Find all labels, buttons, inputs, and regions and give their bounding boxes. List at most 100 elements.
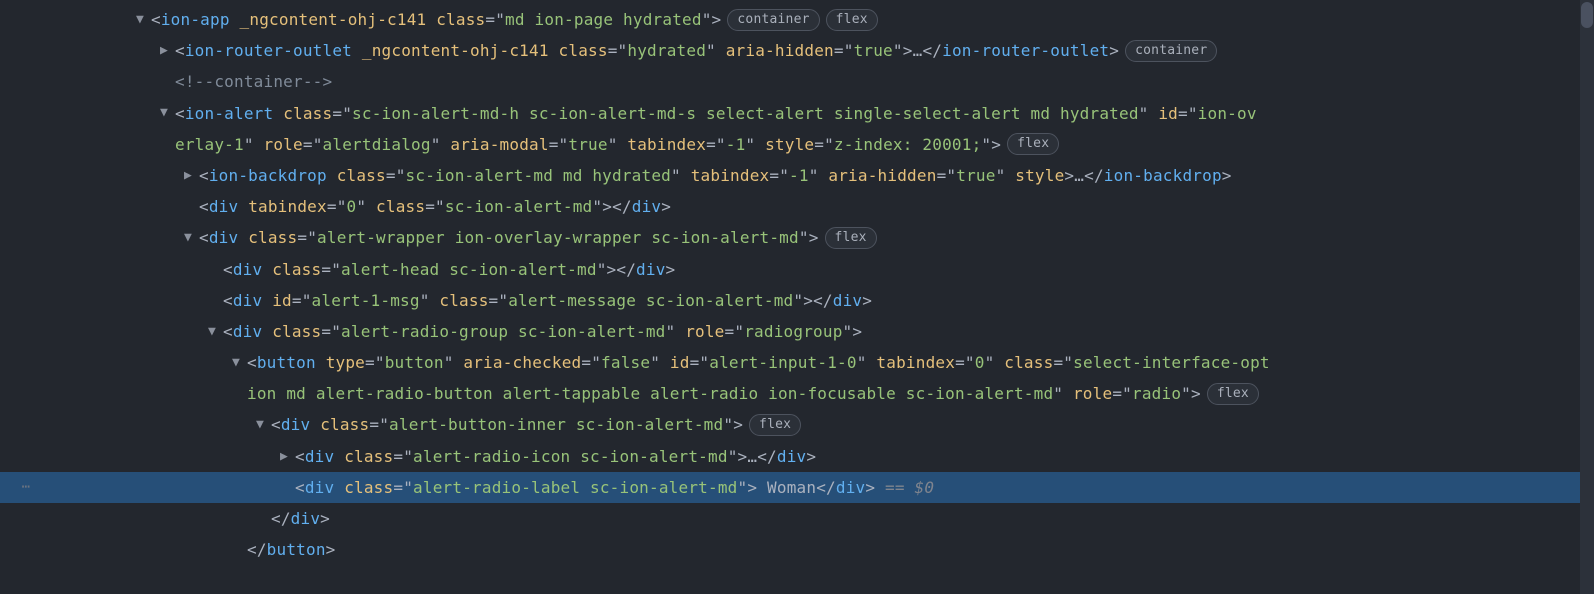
token-punct: " [793,291,803,310]
layout-badge-flex[interactable]: flex [1207,383,1259,405]
expand-arrow-icon[interactable]: ▼ [136,7,151,32]
dom-node-line[interactable]: <ion-router-outlet _ngcontent-ohj-c141 c… [175,35,1119,66]
dom-node-line[interactable]: <div class="alert-wrapper ion-overlay-wr… [199,222,819,253]
token-val: alertdialog [323,135,431,154]
tree-row[interactable]: </button> [0,534,1594,565]
token-punct [334,478,344,497]
token-punct: =" [706,135,726,154]
dom-node-line[interactable]: </div> [271,503,330,534]
token-punct: =" [814,135,834,154]
tree-row[interactable]: ⋯ <div class="alert-radio-label sc-ion-al… [0,472,1594,503]
tree-row[interactable]: ▶<div class="alert-radio-icon sc-ion-ale… [0,441,1594,472]
tree-row[interactable]: <!--container--> [0,66,1594,97]
dom-tree[interactable]: ▼<ion-app _ngcontent-ohj-c141 class="md … [0,0,1594,567]
token-punct: < [223,322,233,341]
token-punct: > [806,447,816,466]
token-val: button [385,353,444,372]
dom-node-line[interactable]: <div id="alert-1-msg" class="alert-messa… [223,285,872,316]
token-attr: class [344,447,393,466]
token-attr: tabindex [248,197,327,216]
tree-row[interactable]: <div id="alert-1-msg" class="alert-messa… [0,285,1594,316]
token-attr: aria-hidden [828,166,936,185]
expand-arrow-icon[interactable]: ▶ [280,444,295,469]
token-punct: " [1053,384,1073,403]
token-val: sc-ion-alert-md md hydrated [406,166,672,185]
vertical-scroll-thumb[interactable] [1581,2,1593,28]
token-attr: role [264,135,303,154]
tree-row[interactable]: ion md alert-radio-button alert-tappable… [0,378,1594,409]
token-punct: " [666,322,686,341]
token-punct: > [602,197,612,216]
token-punct [426,10,436,29]
layout-badge-container[interactable]: container [727,9,819,31]
tree-row[interactable]: ▶<ion-backdrop class="sc-ion-alert-md md… [0,160,1594,191]
tree-row[interactable]: ▼<div class="alert-wrapper ion-overlay-w… [0,222,1594,253]
expand-arrow-icon[interactable]: ▼ [160,100,175,125]
expand-arrow-icon[interactable]: ▶ [160,38,175,63]
token-punct: " [608,135,628,154]
dom-node-line-continuation[interactable]: erlay-1" role="alertdialog" aria-modal="… [175,129,1001,160]
dom-node-line[interactable]: <div tabindex="0" class="sc-ion-alert-md… [199,191,671,222]
token-attr: class [1004,353,1053,372]
token-val: true [854,41,893,60]
layout-badge-flex[interactable]: flex [1007,133,1059,155]
token-punct: </ [616,260,636,279]
token-val: alert-radio-icon sc-ion-alert-md [413,447,728,466]
token-tag: div [281,415,311,434]
gutter-ellipsis-icon[interactable]: ⋯ [0,474,52,501]
token-punct: " [356,197,376,216]
token-punct: =" [386,166,406,185]
expand-arrow-icon[interactable]: ▶ [184,163,199,188]
layout-badge-flex[interactable]: flex [825,227,877,249]
dom-node-line[interactable]: <div class="alert-head sc-ion-alert-md">… [223,254,675,285]
tree-row[interactable]: ▼<ion-app _ngcontent-ohj-c141 class="md … [0,4,1594,35]
tree-row[interactable]: ▼<div class="alert-radio-group sc-ion-al… [0,316,1594,347]
token-punct [230,10,240,29]
tree-row[interactable]: ▼<button type="button" aria-checked="fal… [0,347,1594,378]
token-attr: style [1015,166,1064,185]
dom-node-line[interactable]: <button type="button" aria-checked="fals… [247,347,1270,378]
token-val: alert-button-inner sc-ion-alert-md [389,415,723,434]
layout-badge-container[interactable]: container [1125,40,1217,62]
tree-row[interactable]: <div tabindex="0" class="sc-ion-alert-md… [0,191,1594,222]
token-attr: role [685,322,724,341]
tree-row[interactable]: ▼<ion-alert class="sc-ion-alert-md-h sc-… [0,98,1594,129]
token-tag: div [836,478,866,497]
dom-node-line-continuation[interactable]: ion md alert-radio-button alert-tappable… [247,378,1201,409]
dom-node-line[interactable]: </button> [247,534,336,565]
vertical-scrollbar[interactable] [1580,0,1594,594]
dom-node-line[interactable]: <div class="alert-radio-group sc-ion-ale… [223,316,862,347]
tree-row[interactable]: ▼<div class="alert-button-inner sc-ion-a… [0,409,1594,440]
dom-node-line[interactable]: <ion-alert class="sc-ion-alert-md-h sc-i… [175,98,1257,129]
tree-row[interactable]: <div class="alert-head sc-ion-alert-md">… [0,254,1594,285]
token-cmt: <!--container--> [175,72,332,91]
token-val: hydrated [627,41,706,60]
token-punct: < [199,228,209,247]
expand-arrow-icon[interactable]: ▼ [256,412,271,437]
dom-node-line[interactable]: <ion-backdrop class="sc-ion-alert-md md … [199,160,1232,191]
dom-node-line[interactable]: <div class="alert-button-inner sc-ion-al… [271,409,743,440]
token-punct: =" [1112,384,1132,403]
token-tag: ion-backdrop [209,166,327,185]
token-punct: =" [955,353,975,372]
layout-badge-flex[interactable]: flex [749,414,801,436]
expand-arrow-icon[interactable]: ▼ [184,225,199,250]
token-punct: " [420,291,440,310]
dom-node-line[interactable]: <div class="alert-radio-icon sc-ion-aler… [295,441,816,472]
tree-row[interactable]: erlay-1" role="alertdialog" aria-modal="… [0,129,1594,160]
token-attr: id [1158,104,1178,123]
token-attr: style [765,135,814,154]
token-punct: " [431,135,451,154]
expand-arrow-icon[interactable]: ▼ [232,350,247,375]
dom-node-line[interactable]: <ion-app _ngcontent-ohj-c141 class="md i… [151,4,721,35]
token-punct: " [244,135,264,154]
token-tag: div [305,478,335,497]
token-tag: div [636,260,666,279]
dom-node-line[interactable]: <div class="alert-radio-label sc-ion-ale… [295,472,934,503]
dom-node-line[interactable]: <!--container--> [175,66,332,97]
expand-arrow-icon[interactable]: ▼ [208,319,223,344]
tree-row[interactable]: </div> [0,503,1594,534]
tree-row[interactable]: ▶<ion-router-outlet _ngcontent-ohj-c141 … [0,35,1594,66]
token-punct [549,41,559,60]
layout-badge-flex[interactable]: flex [826,9,878,31]
